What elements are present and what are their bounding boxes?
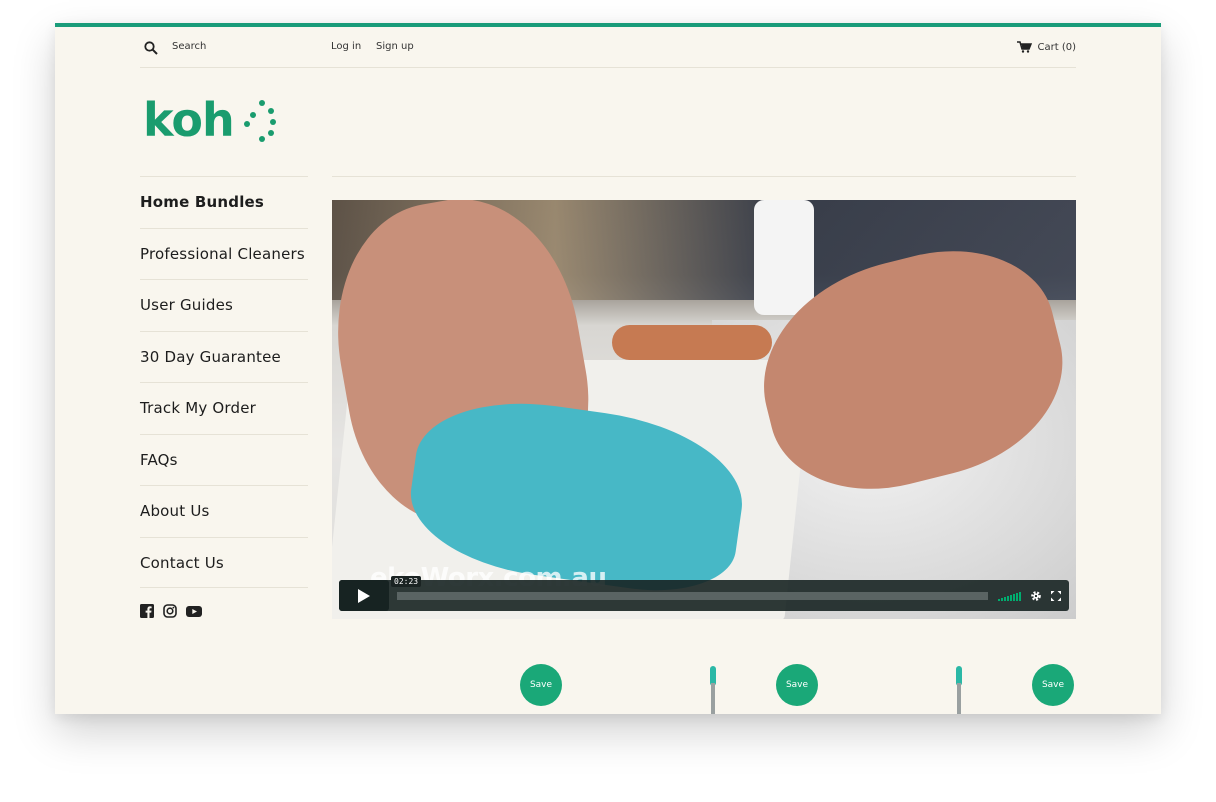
sidebar-item-user-guides[interactable]: User Guides: [140, 279, 308, 331]
play-icon: [358, 588, 370, 603]
volume-icon[interactable]: [998, 591, 1021, 601]
gear-icon[interactable]: [1030, 590, 1042, 602]
brand-logo[interactable]: koh: [143, 97, 276, 143]
top-bar: Search Log in Sign up Cart (0): [140, 27, 1076, 68]
save-badge: Save: [776, 664, 818, 706]
logo-dots-icon: [243, 100, 276, 142]
cart-label: Cart (0): [1037, 41, 1077, 53]
save-badge: Save: [1032, 664, 1074, 706]
search-input[interactable]: Search: [172, 41, 206, 52]
search-icon[interactable]: [144, 41, 158, 55]
play-button[interactable]: [339, 580, 389, 611]
login-link[interactable]: Log in: [331, 41, 361, 52]
sidebar-item-30-day-guarantee[interactable]: 30 Day Guarantee: [140, 330, 308, 383]
fullscreen-icon[interactable]: [1051, 590, 1061, 601]
sidebar-item-faqs[interactable]: FAQs: [140, 433, 308, 486]
content-divider: [332, 176, 1076, 177]
sidebar-item-about-us[interactable]: About Us: [140, 485, 308, 537]
video-time: 02:23: [391, 575, 422, 587]
page: Search Log in Sign up Cart (0) koh Home …: [55, 23, 1161, 714]
sidebar-item-home-bundles[interactable]: Home Bundles: [140, 176, 308, 228]
sidebar-nav: Home Bundles Professional Cleaners User …: [140, 176, 308, 588]
youtube-icon[interactable]: [186, 604, 202, 618]
sidebar-item-contact-us[interactable]: Contact Us: [140, 536, 308, 588]
instagram-icon[interactable]: [163, 604, 177, 618]
video-progress-bar[interactable]: 02:23: [391, 575, 988, 600]
video-player[interactable]: ekoWorx.com.au 02:23: [332, 200, 1076, 619]
facebook-icon[interactable]: [140, 604, 154, 618]
social-links: [140, 604, 202, 618]
cart-link[interactable]: Cart (0): [1016, 41, 1077, 53]
logo-text: koh: [143, 93, 235, 147]
video-controls: 02:23: [339, 575, 1069, 611]
signup-link[interactable]: Sign up: [376, 41, 414, 52]
save-badge: Save: [520, 664, 562, 706]
sidebar-item-track-my-order[interactable]: Track My Order: [140, 382, 308, 434]
sidebar-item-professional-cleaners[interactable]: Professional Cleaners: [140, 227, 308, 280]
cart-icon: [1016, 41, 1032, 53]
